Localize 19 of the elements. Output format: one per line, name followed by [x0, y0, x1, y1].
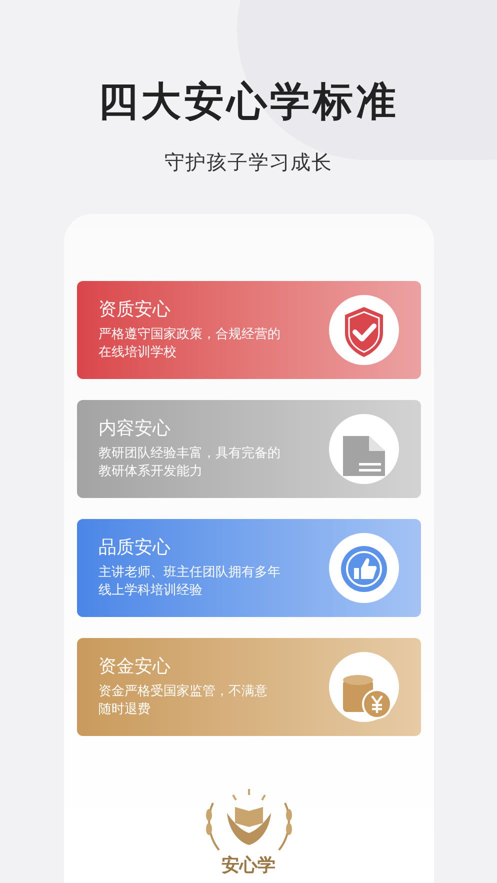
card-title: 内容安心 — [98, 417, 172, 441]
card-description: 严格遵守国家政策，合规经营的 — [98, 326, 280, 344]
card-description: 在线培训学校 — [98, 344, 178, 362]
logo-text: 安心学 — [222, 855, 276, 877]
document-icon — [328, 414, 398, 484]
page-title: 四大安心学标准 — [98, 78, 399, 127]
card-title: 资质安心 — [98, 298, 172, 322]
card-description: 教研体系开发能力 — [98, 463, 204, 481]
card-description: 线上学科培训经验 — [98, 582, 204, 600]
shield-check-icon — [328, 295, 398, 365]
card-description: 随时退费 — [98, 701, 152, 719]
card-description: 资金严格受国家监管，不满意 — [98, 683, 268, 701]
card-title: 品质安心 — [98, 536, 172, 560]
card-title: 资金安心 — [98, 655, 172, 679]
thumbs-up-badge-icon — [328, 533, 398, 603]
page-subtitle: 守护孩子学习成长 — [164, 149, 332, 176]
card-description: 教研团队经验丰富，具有完备的 — [98, 445, 280, 463]
coins-yen-icon — [328, 652, 398, 722]
card-description: 主讲老师、班主任团队拥有多年 — [98, 564, 280, 582]
